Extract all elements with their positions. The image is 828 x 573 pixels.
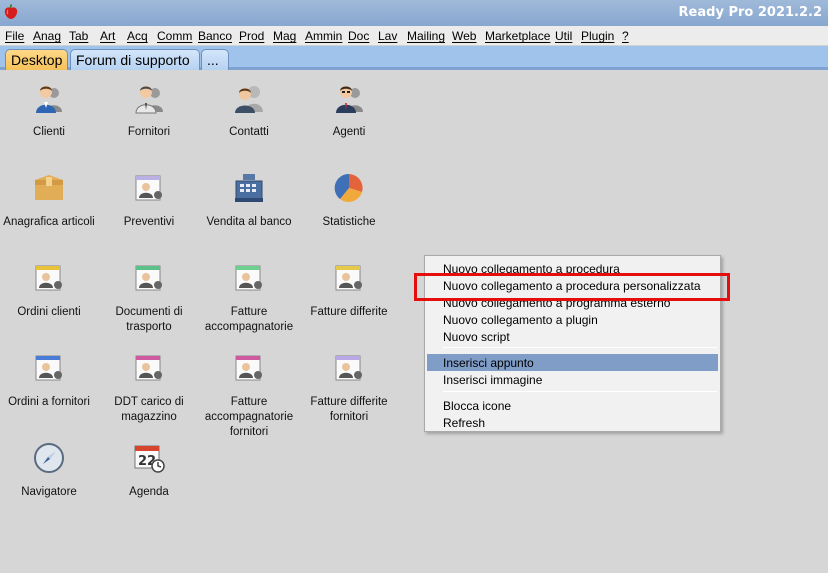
desktop-icon-fatture-accompagnatorie-fornitori[interactable]: Fatture accompagnatorie fornitori [201, 352, 297, 438]
menu-art[interactable]: Art [100, 29, 115, 43]
desktop-icon-label: Vendita al banco [206, 216, 292, 228]
menu-item-refresh[interactable]: Refresh [443, 416, 485, 430]
desktop-area[interactable]: Clienti Fornitori Contatti Agenti Anagra… [0, 73, 828, 573]
menu-bar: File Anag Tab Art Acq Comm Banco Prod Ma… [0, 26, 828, 46]
menu-lav[interactable]: Lav [378, 29, 397, 43]
menu-item-blocca-icone[interactable]: Blocca icone [443, 399, 511, 413]
desktop-icon-documenti-di-trasporto[interactable]: Documenti di trasporto [101, 262, 197, 333]
desktop-icon-fornitori[interactable]: Fornitori [101, 82, 197, 142]
suppliers-icon [135, 86, 163, 114]
desktop-icon-label: Ordini a fornitori [8, 396, 90, 408]
ready-pro-logo-icon[interactable] [3, 4, 19, 20]
contacts-icon [235, 86, 263, 113]
desktop-icon-fatture-differite[interactable]: Fatture differite [301, 262, 397, 322]
supplier-accompanying-invoices-icon [235, 355, 262, 381]
desktop-icon-preventivi[interactable]: Preventivi [101, 172, 197, 232]
cash-register-icon [235, 174, 263, 202]
menu-marketplace[interactable]: Marketplace [485, 29, 550, 43]
articles-box-icon [35, 175, 63, 200]
menu-web[interactable]: Web [452, 29, 476, 43]
warehouse-ddt-icon [135, 355, 162, 381]
desktop-icon-label: Agenti [332, 126, 366, 138]
menu-doc[interactable]: Doc [348, 29, 369, 43]
tab-more[interactable]: ... [201, 49, 229, 70]
accompanying-invoices-icon [235, 265, 262, 291]
desktop-icon-statistiche[interactable]: Statistiche [301, 172, 397, 232]
clients-icon [36, 86, 62, 113]
menu-ammin[interactable]: Ammin [305, 29, 342, 43]
desktop-icon-agenti[interactable]: Agenti [301, 82, 397, 142]
menu-separator [443, 347, 717, 348]
desktop-icon-label: Clienti [33, 126, 65, 138]
menu-tab[interactable]: Tab [69, 29, 88, 43]
deferred-invoices-icon [335, 265, 362, 291]
highlight-annotation-box [414, 273, 730, 301]
menu-item-inserisci-appunto[interactable]: Inserisci appunto [443, 356, 534, 370]
desktop-icon-label: Contatti [229, 126, 269, 138]
tab-forum-di-supporto[interactable]: Forum di supporto [70, 49, 200, 70]
menu-help[interactable]: ? [622, 29, 629, 43]
menu-item-nuovo-script[interactable]: Nuovo script [443, 330, 510, 344]
desktop-icon-contatti[interactable]: Contatti [201, 82, 297, 142]
tab-desktop[interactable]: Desktop [5, 49, 68, 70]
calendar-clock-icon: 22 [134, 445, 165, 473]
menu-mailing[interactable]: Mailing [407, 29, 445, 43]
desktop-icon-label: Ordini clienti [17, 306, 81, 318]
desktop-icon-clienti[interactable]: Clienti [1, 82, 97, 142]
desktop-icon-vendita-al-banco[interactable]: Vendita al banco [201, 172, 297, 232]
supplier-orders-icon [35, 355, 62, 381]
pie-chart-icon [334, 173, 363, 202]
supplier-deferred-invoices-icon [335, 355, 362, 381]
desktop-icon-label: Fatture accompagnatorie [204, 306, 294, 333]
menu-comm[interactable]: Comm [157, 29, 192, 43]
menu-plugin[interactable]: Plugin [581, 29, 614, 43]
menu-separator [443, 391, 717, 392]
desktop-icon-navigatore[interactable]: Navigatore [1, 442, 97, 502]
menu-banco[interactable]: Banco [198, 29, 232, 43]
menu-util[interactable]: Util [555, 29, 572, 43]
desktop-icon-label: Fornitori [127, 126, 171, 138]
customer-orders-icon [35, 265, 62, 291]
menu-mag[interactable]: Mag [273, 29, 296, 43]
desktop-icon-label: Preventivi [123, 216, 175, 228]
desktop-icon-label: Fatture differite [310, 306, 388, 318]
desktop-icon-label: Anagrafica articoli [3, 216, 95, 228]
agents-icon [336, 86, 363, 113]
desktop-icon-label: Agenda [129, 486, 169, 498]
desktop-icon-ordini-a-fornitori[interactable]: Ordini a fornitori [1, 352, 97, 412]
desktop-icon-label: DDT carico di magazzino [114, 396, 184, 423]
compass-icon [34, 443, 64, 473]
transport-documents-icon [135, 265, 162, 291]
desktop-icon-label: Navigatore [21, 486, 77, 498]
menu-item-inserisci-immagine[interactable]: Inserisci immagine [443, 373, 542, 387]
title-bar: Ready Pro 2021.2.2 [0, 0, 828, 26]
desktop-icon-label: Documenti di trasporto [115, 306, 183, 333]
desktop-icon-agenda[interactable]: 22 Agenda [101, 442, 197, 502]
menu-item-nuovo-collegamento-plugin[interactable]: Nuovo collegamento a plugin [443, 313, 598, 327]
desktop-icon-fatture-differite-fornitori[interactable]: Fatture differite fornitori [301, 352, 397, 423]
menu-acq[interactable]: Acq [127, 29, 148, 43]
desktop-icon-label: Statistiche [322, 216, 376, 228]
menu-prod[interactable]: Prod [239, 29, 264, 43]
desktop-icon-fatture-accompagnatorie[interactable]: Fatture accompagnatorie [201, 262, 297, 333]
menu-file[interactable]: File [5, 29, 24, 43]
desktop-icon-label: Fatture accompagnatorie fornitori [204, 396, 294, 438]
window-title: Ready Pro 2021.2.2 [678, 5, 822, 20]
desktop-icon-anagrafica-articoli[interactable]: Anagrafica articoli [1, 172, 97, 232]
desktop-icon-ordini-clienti[interactable]: Ordini clienti [1, 262, 97, 322]
menu-anag[interactable]: Anag [33, 29, 61, 43]
desktop-icon-label: Fatture differite fornitori [310, 396, 388, 423]
desktop-icon-ddt-carico-di-magazzino[interactable]: DDT carico di magazzino [101, 352, 197, 423]
quotes-icon [135, 175, 162, 201]
tab-strip: Desktop Forum di supporto ... [0, 46, 828, 70]
